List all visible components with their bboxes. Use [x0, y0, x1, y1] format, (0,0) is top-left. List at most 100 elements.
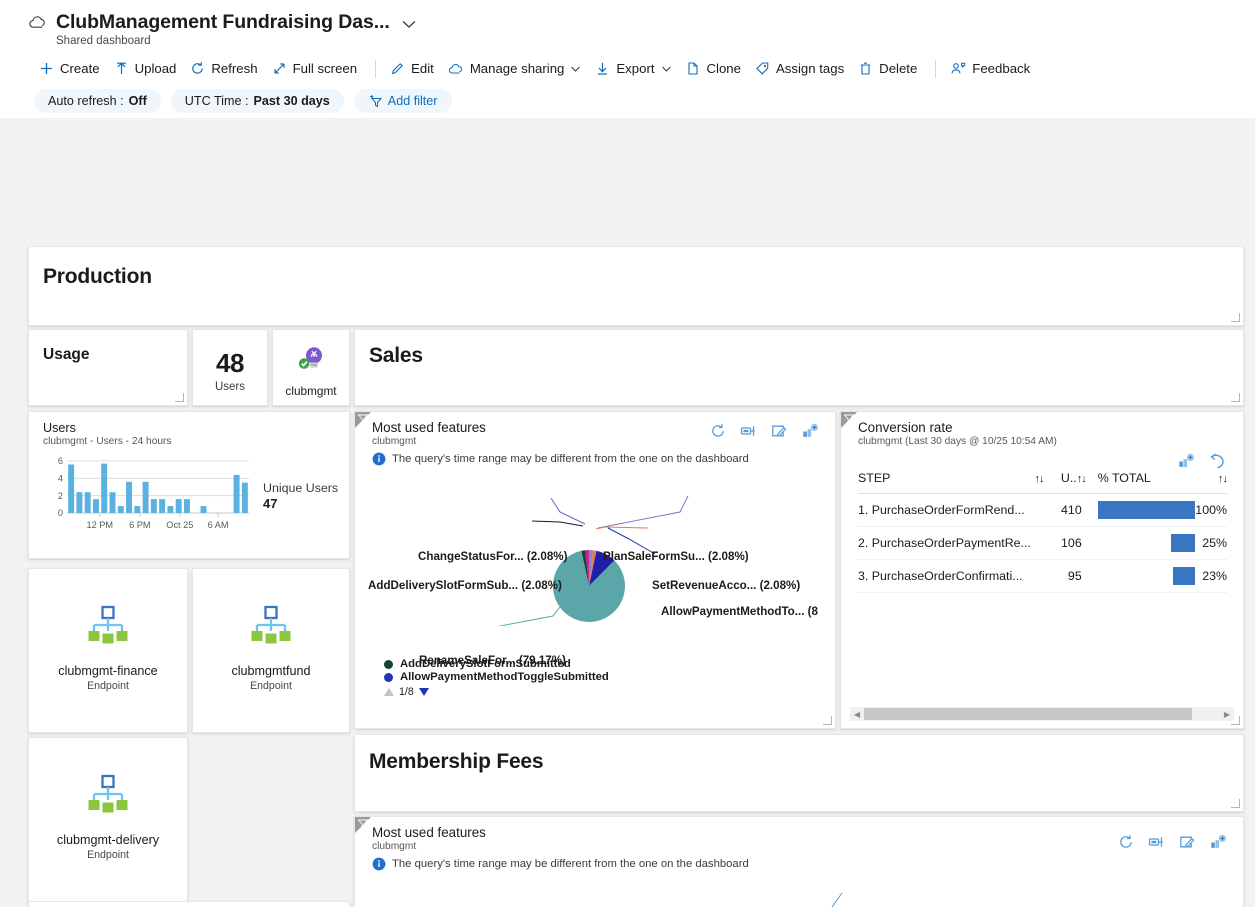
- feedback-button[interactable]: Feedback: [945, 57, 1039, 80]
- conversion-subtitle: clubmgmt (Last 30 days @ 10/25 10:54 AM): [858, 436, 1057, 447]
- pin-icon[interactable]: [1148, 834, 1165, 855]
- app-insights-bulb-icon: [295, 347, 327, 380]
- tile-production-header[interactable]: Production: [28, 246, 1244, 326]
- open-chart-icon[interactable]: [1210, 834, 1227, 855]
- legend-label: AllowPaymentMethodToggleSubmitted: [400, 671, 609, 683]
- tile-endpoint-clubmgmt-delivery[interactable]: clubmgmt-delivery Endpoint: [28, 737, 188, 902]
- tile-resources[interactable]: Resources clubmgmt-fundraising Refresh c…: [28, 901, 350, 907]
- chevron-down-icon[interactable]: [400, 17, 418, 35]
- mufm-info: The query's time range may be different …: [372, 857, 1243, 871]
- cell-users: 410: [1043, 493, 1086, 527]
- pct-bar-fill: [1172, 567, 1196, 585]
- feedback-label: Feedback: [972, 61, 1031, 76]
- table-row[interactable]: 3. PurchaseOrderConfirmati... 95 23%: [858, 559, 1227, 593]
- tile-membership-fees-header[interactable]: Membership Fees: [354, 734, 1244, 812]
- export-button[interactable]: Export: [590, 57, 680, 80]
- tile-users-kpi[interactable]: 48 Users: [192, 329, 268, 406]
- legend-pager[interactable]: 1/8: [384, 686, 609, 698]
- edit-icon[interactable]: [1179, 834, 1196, 855]
- tile-app-clubmgmt[interactable]: clubmgmt: [272, 329, 350, 406]
- section-title-production: Production: [43, 265, 152, 288]
- tile-conversion-rate[interactable]: Conversion rate clubmgmt (Last 30 days @…: [840, 411, 1244, 729]
- endpoint-tree-icon: [85, 774, 131, 822]
- legend-item[interactable]: AddDeliverySlotFormSubmitted: [384, 658, 609, 670]
- col-users[interactable]: U..↑↓: [1043, 467, 1087, 494]
- refresh-button[interactable]: Refresh: [185, 57, 266, 80]
- resize-grip[interactable]: [1231, 716, 1240, 725]
- tile-most-used-features-membership[interactable]: Most used features clubmgmt The query's …: [354, 816, 1244, 907]
- unique-users-label: Unique Users: [263, 481, 339, 495]
- refresh-icon[interactable]: [1118, 834, 1134, 855]
- open-chart-icon[interactable]: [802, 423, 819, 444]
- azure-dashboard-page: ClubManagement Fundraising Das... Shared…: [0, 0, 1255, 907]
- legend-page-down-icon[interactable]: [418, 688, 429, 696]
- open-chart-icon[interactable]: [1178, 453, 1195, 474]
- svg-text:0: 0: [58, 508, 63, 518]
- auto-refresh-label: Auto refresh :: [48, 94, 124, 108]
- legend-page-up-icon[interactable]: [384, 688, 394, 696]
- legend-item[interactable]: AllowPaymentMethodToggleSubmitted: [384, 671, 609, 683]
- clone-button[interactable]: Clone: [681, 57, 750, 80]
- conversion-table: STEP ↑↓ U..↑↓ % TOTAL ↑↓ 1. PurchaseOrde…: [858, 467, 1228, 593]
- tile-sales-header[interactable]: Sales: [354, 329, 1244, 406]
- manage-sharing-button[interactable]: Manage sharing: [443, 57, 591, 80]
- svg-text:Oct 25: Oct 25: [166, 520, 193, 530]
- full-screen-button[interactable]: Full screen: [267, 57, 367, 80]
- dashboard-cloud-icon: [28, 14, 48, 35]
- pct-bar-track: [1098, 567, 1196, 585]
- resize-grip[interactable]: [1231, 799, 1240, 808]
- scroll-track[interactable]: [864, 708, 1220, 720]
- add-filter-pill[interactable]: Add filter: [353, 89, 452, 113]
- funnel-icon: [843, 414, 855, 425]
- table-row[interactable]: 2. PurchaseOrderPaymentRe... 106 25%: [858, 526, 1227, 560]
- resize-grip[interactable]: [1231, 313, 1240, 322]
- app-name: clubmgmt: [285, 384, 337, 398]
- mufs-chart-area: ChangeStatusFor... (2.08%) PlanSaleFormS…: [355, 466, 835, 671]
- edit-label: Edit: [411, 61, 434, 76]
- endpoint-name: clubmgmt-delivery: [56, 833, 160, 847]
- edit-button[interactable]: Edit: [385, 57, 443, 80]
- endpoint-tree-icon: [248, 605, 294, 653]
- resize-grip[interactable]: [1231, 393, 1240, 402]
- assign-tags-button[interactable]: Assign tags: [750, 57, 853, 80]
- cell-step: 2. PurchaseOrderPaymentRe...: [858, 526, 1031, 560]
- cell-pct-bar: [1085, 493, 1196, 527]
- scroll-left-icon[interactable]: ◀: [850, 710, 864, 719]
- pin-icon[interactable]: [740, 423, 757, 444]
- users-chart-subtitle: clubmgmt - Users - 24 hours: [43, 436, 172, 447]
- pie-label-allow-payment-method: AllowPaymentMethodTo... (8: [661, 605, 818, 618]
- svg-text:6 AM: 6 AM: [208, 520, 229, 530]
- horizontal-scrollbar[interactable]: ◀ ▶: [850, 707, 1234, 721]
- resize-grip[interactable]: [175, 393, 184, 402]
- edit-icon[interactable]: [771, 423, 788, 444]
- cell-pct-value: 100%: [1195, 493, 1227, 527]
- tile-most-used-features-sales[interactable]: Most used features clubmgmt The query's …: [354, 411, 836, 729]
- app-icon-wrap: clubmgmt: [273, 330, 349, 398]
- table-header-row: STEP ↑↓ U..↑↓ % TOTAL ↑↓: [858, 467, 1228, 494]
- kpi-label: Users: [214, 381, 246, 393]
- col-step-sort[interactable]: ↑↓: [1030, 467, 1045, 494]
- cell-users: 95: [1043, 559, 1086, 593]
- tile-endpoint-clubmgmt-finance[interactable]: clubmgmt-finance Endpoint: [28, 568, 188, 733]
- tile-usage[interactable]: Usage: [28, 329, 188, 406]
- col-step[interactable]: STEP: [858, 467, 1031, 494]
- pie-label-plan-sale: PlanSaleFormSu... (2.08%): [603, 550, 749, 563]
- refresh-icon[interactable]: [710, 423, 726, 444]
- delete-button[interactable]: Delete: [853, 57, 926, 80]
- auto-refresh-pill[interactable]: Auto refresh : Off: [34, 89, 161, 113]
- utc-time-pill[interactable]: UTC Time : Past 30 days: [170, 89, 344, 113]
- users-chart-title: Users: [43, 421, 76, 435]
- resize-grip[interactable]: [823, 716, 832, 725]
- tile-endpoint-clubmgmtfund[interactable]: clubmgmtfund Endpoint: [192, 568, 350, 733]
- info-icon: [372, 857, 386, 871]
- clone-label: Clone: [706, 61, 741, 76]
- tile-users-chart[interactable]: Users clubmgmt - Users - 24 hours 6 4 2 0 12…: [28, 411, 350, 559]
- pie-label-set-revenue: SetRevenueAcco... (2.08%): [652, 579, 801, 592]
- scroll-thumb[interactable]: [864, 708, 1192, 720]
- col-step-label: STEP: [858, 471, 891, 485]
- create-button[interactable]: Create: [34, 57, 109, 80]
- upload-button[interactable]: Upload: [109, 57, 186, 80]
- undo-icon[interactable]: [1209, 453, 1227, 474]
- usage-title: Usage: [43, 346, 90, 363]
- table-row[interactable]: 1. PurchaseOrderFormRend... 410 100%: [858, 493, 1227, 527]
